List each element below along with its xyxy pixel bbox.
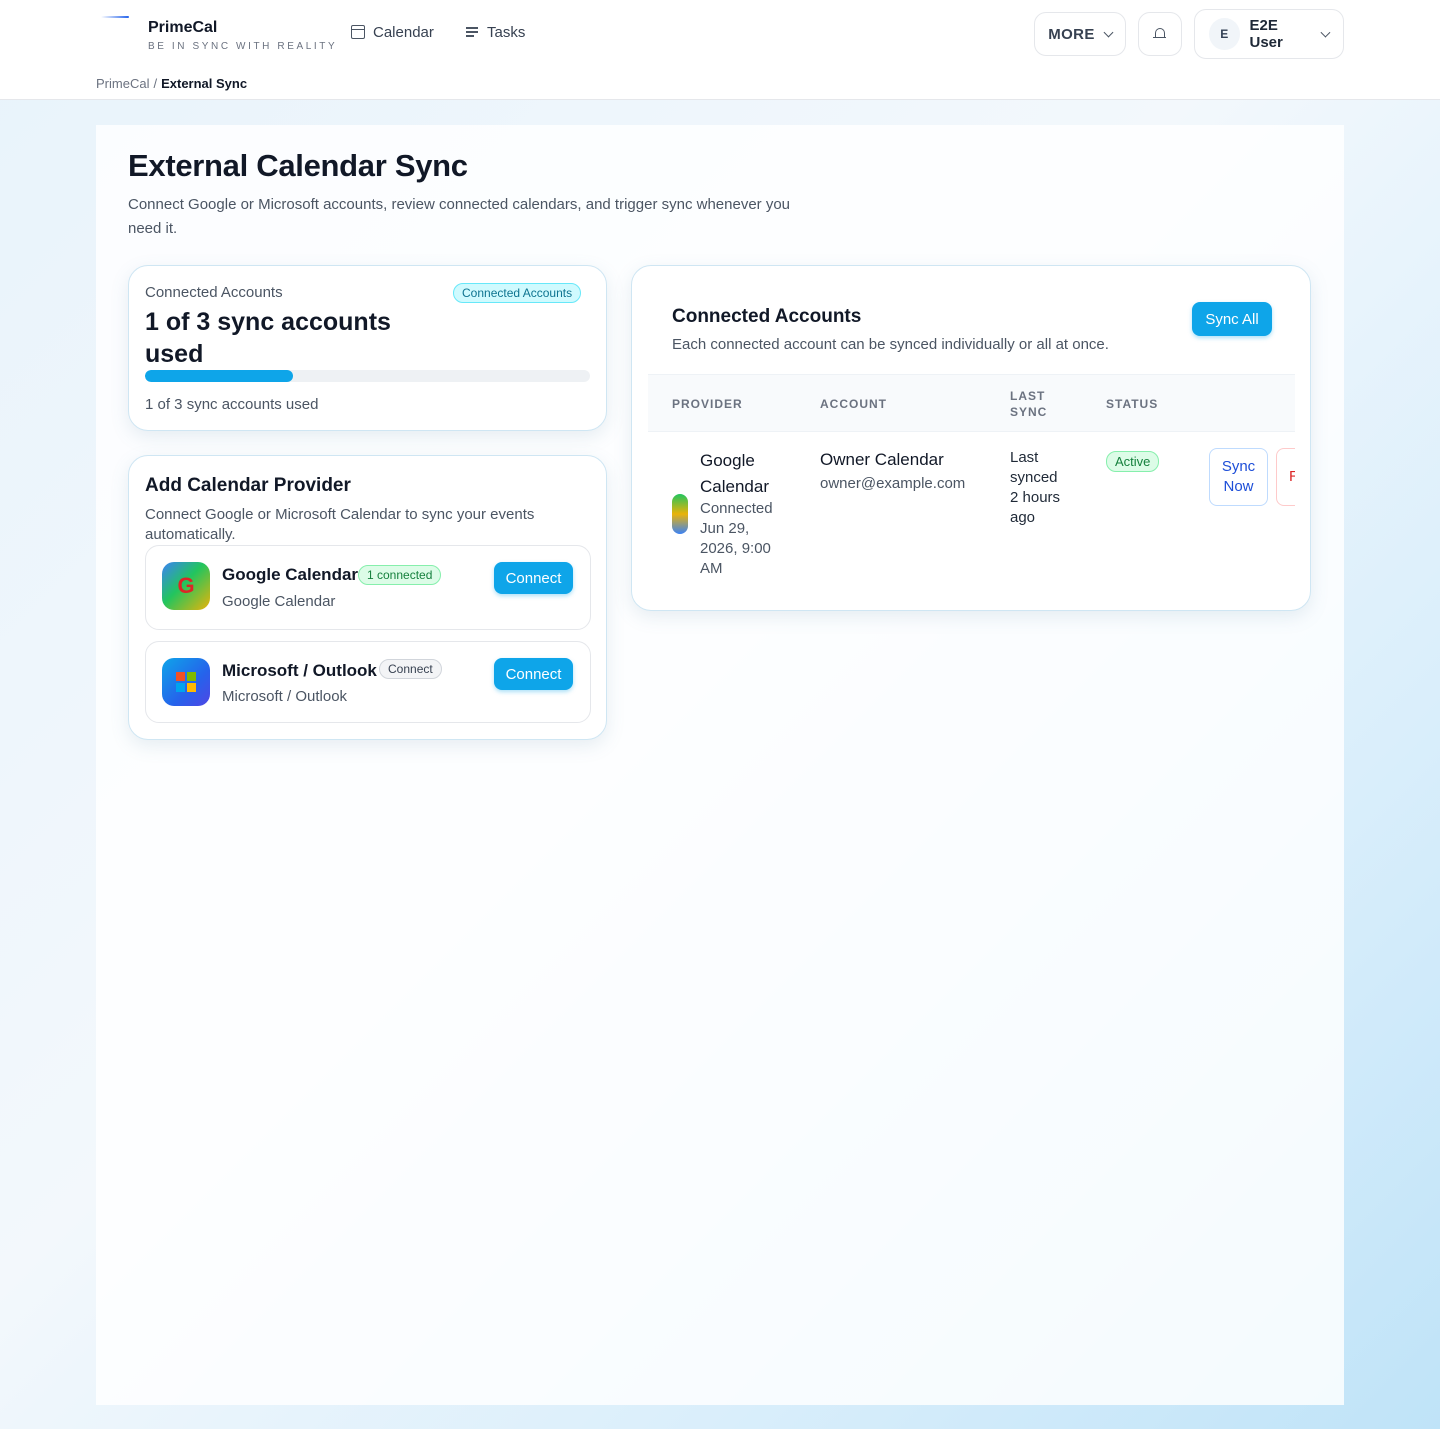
provider-badge: Connect (379, 659, 442, 679)
chevron-down-icon (1103, 27, 1114, 37)
status-badge: Active (1106, 451, 1160, 472)
usage-headline: 1 of 3 sync accounts used (145, 308, 391, 368)
add-provider-title: Add Calendar Provider (145, 475, 351, 496)
usage-card: Connected Accounts Connected Accounts 1 … (128, 265, 607, 431)
breadcrumb: PrimeCal / External Sync (96, 76, 247, 91)
chevron-down-icon (1320, 27, 1331, 37)
connected-accounts-description: Each connected account can be synced ind… (672, 336, 1109, 353)
usage-caption: 1 of 3 sync accounts used (145, 396, 319, 413)
nav-tasks-label: Tasks (487, 23, 526, 41)
provider-badge: 1 connected (358, 565, 442, 585)
sync-now-button[interactable]: Sync Now (1209, 448, 1268, 506)
page-title: External Calendar Sync (128, 148, 468, 183)
google-icon-letter: G (177, 573, 195, 598)
app-tagline: BE IN SYNC WITH REALITY (148, 41, 338, 52)
usage-progress-bar (145, 370, 590, 382)
connect-microsoft-button[interactable]: Connect (494, 658, 573, 690)
breadcrumb-separator: / (153, 76, 158, 91)
row-account-email: owner@example.com (820, 475, 966, 492)
usage-label: Connected Accounts (145, 284, 283, 301)
provider-row-google: G Google Calendar 1 connected Google Cal… (145, 545, 591, 630)
provider-subtitle: Microsoft / Outlook (222, 688, 348, 705)
usage-progress-fill (145, 370, 294, 382)
remove-account-button[interactable]: R (1276, 448, 1295, 506)
google-icon: G (162, 562, 210, 610)
top-navigation-bar: PrimeCal BE IN SYNC WITH REALITY Calenda… (0, 0, 1440, 100)
nav-tasks[interactable]: Tasks (465, 22, 525, 42)
microsoft-icon (162, 658, 210, 706)
column-header-status: STATUS (1106, 397, 1159, 411)
provider-subtitle: Google Calendar (222, 593, 336, 610)
provider-color-bar (672, 494, 688, 534)
provider-name: Google Calendar (222, 565, 359, 584)
column-header-provider: PROVIDER (672, 397, 743, 411)
calendar-icon (351, 25, 365, 39)
add-provider-card: Add Calendar Provider Connect Google or … (128, 455, 607, 740)
add-provider-description: Connect Google or Microsoft Calendar to … (145, 506, 535, 543)
logo-icon (101, 16, 129, 18)
provider-name: Microsoft / Outlook (222, 661, 377, 680)
notifications-button[interactable] (1138, 12, 1182, 56)
page-description: Connect Google or Microsoft accounts, re… (128, 196, 791, 237)
row-connected-date: Connected Jun 29, 2026, 9:00 AM (700, 500, 773, 577)
usage-badge: Connected Accounts (453, 283, 582, 303)
row-account-name: Owner Calendar (820, 450, 944, 469)
row-provider-name: Google Calendar (700, 451, 769, 496)
avatar: E (1209, 18, 1240, 50)
sync-all-button[interactable]: Sync All (1192, 302, 1272, 336)
more-label: MORE (1048, 25, 1095, 43)
accounts-table-header: PROVIDER ACCOUNT LAST SYNC STATUS (648, 374, 1295, 432)
app-name[interactable]: PrimeCal (148, 19, 217, 37)
connect-google-button[interactable]: Connect (494, 562, 573, 594)
breadcrumb-current: External Sync (161, 76, 248, 91)
more-menu-button[interactable]: MORE (1034, 12, 1126, 56)
nav-calendar[interactable]: Calendar (351, 22, 434, 42)
table-row: Google Calendar Connected Jun 29, 2026, … (648, 432, 1295, 602)
row-last-sync: Last synced 2 hours ago (1010, 449, 1061, 526)
column-header-account: ACCOUNT (820, 397, 887, 411)
user-menu-button[interactable]: E E2E User (1194, 9, 1344, 59)
nav-calendar-label: Calendar (373, 23, 434, 41)
provider-row-microsoft: Microsoft / Outlook Connect Microsoft / … (145, 641, 591, 723)
column-header-last-sync: LAST SYNC (1010, 389, 1048, 419)
bell-icon (1153, 27, 1166, 41)
list-icon (465, 25, 479, 39)
breadcrumb-root[interactable]: PrimeCal (96, 76, 149, 91)
connected-accounts-title: Connected Accounts (672, 306, 862, 327)
connected-accounts-card: Connected Accounts Each connected accoun… (631, 265, 1311, 611)
user-name: E2E User (1249, 17, 1283, 51)
